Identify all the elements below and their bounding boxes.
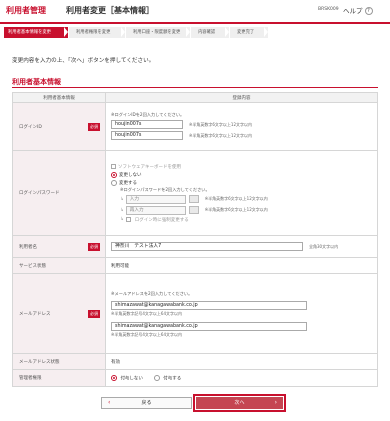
login-id-label: ログインID (19, 124, 42, 130)
login-id-hint: ※半角英数字6文字以上12文字以内 (189, 121, 252, 127)
password-change-note: ※ログインパスワードを2回入力してください。 (120, 186, 210, 192)
admin-yes-label: 付与する (163, 376, 182, 382)
step-authority: 利用者権限を変更 (69, 27, 125, 38)
admin-no-label: 付与しない (120, 376, 143, 382)
email-value-cell: ※メールアドレスを2回入力してください。 shimazawat@kanagawa… (105, 273, 378, 354)
email-hint: ※半角英数字記号4文字以上64文字以内 (111, 310, 182, 316)
admin-authority-value-cell: 付与しない 付与する (105, 369, 378, 387)
row-user-name: 利用者名 必須 神奈川 テスト法人7 全角30文字以内 (12, 235, 378, 258)
chevron-left-icon: ‹ (108, 399, 111, 406)
user-info-table: 利用者基本情報 登録内容 ログインID 必須 ※ログインIDを2回入力してくださ… (12, 92, 378, 387)
instruction-text: 変更内容を入力の上、「次へ」ボタンを押してください。 (12, 58, 155, 64)
login-id-confirm-input[interactable]: houjin007s (111, 131, 183, 140)
email-status-label: メールアドレス状態 (19, 359, 60, 365)
service-status-label: サービス状態 (19, 263, 46, 269)
help-label: ヘルプ (343, 7, 363, 15)
chevron-right-icon: › (274, 399, 277, 406)
software-keyboard-checkbox[interactable] (111, 164, 116, 169)
admin-authority-label-cell: 管理者権限 (12, 369, 106, 387)
email-confirm-input[interactable]: shimazawat@kanagawabank.co.jp (111, 321, 307, 331)
password-reinput-hint: ※半角英数字6文字以上12文字以内 (204, 207, 268, 212)
login-id-label-cell: ログインID 必須 (12, 102, 106, 151)
step-complete: 変更完了 (230, 27, 268, 38)
section-divider (12, 87, 378, 88)
arrow-icon: ↳ (120, 207, 124, 213)
password-no-change-label: 変更しない (119, 172, 142, 178)
password-reinput[interactable]: 再入力 (125, 205, 186, 215)
service-status-label-cell: サービス状態 (12, 257, 106, 274)
row-admin-authority: 管理者権限 付与しない 付与する (12, 369, 378, 387)
user-name-label-cell: 利用者名 必須 (12, 235, 106, 258)
step-progress: 利用者基本情報を変更 利用者権限を変更 利用口座・限度額を変更 内容確認 変更完… (4, 27, 269, 38)
email-label-cell: メールアドレス 必須 (12, 273, 106, 354)
admin-authority-label: 管理者権限 (19, 376, 42, 381)
header: 利用者管理 利用者変更［基本情報］ BRSK009 ヘルプ? (0, 0, 390, 22)
row-email-status: メールアドレス状態 有効 (12, 353, 378, 370)
admin-no-radio[interactable] (111, 374, 117, 381)
required-badge: 必須 (88, 242, 100, 251)
password-no-change-radio[interactable] (111, 171, 117, 178)
required-badge: 必須 (88, 309, 100, 318)
screen-id: BRSK009 (318, 7, 339, 12)
login-id-input[interactable]: houjin007s (111, 120, 183, 129)
column-header-item: 利用者基本情報 (12, 92, 106, 103)
row-login-id: ログインID 必須 ※ログインIDを2回入力してください。 houjin007s… (12, 102, 378, 151)
service-status-value: 利用可能 (105, 257, 378, 274)
user-name-input[interactable]: 神奈川 テスト法人7 (111, 242, 303, 251)
row-login-password: ログインパスワード ソフトウェアキーボードを使用 変更しない 変更する ※ログイ… (12, 150, 378, 236)
back-button-label: 戻る (141, 400, 152, 406)
password-hint: ※半角英数字6文字以上12文字以内 (204, 196, 268, 201)
user-name-hint: 全角30文字以内 (309, 243, 339, 249)
email-status-label-cell: メールアドレス状態 (12, 353, 106, 370)
next-button-label: 次へ (234, 400, 245, 406)
password-label-cell: ログインパスワード (12, 150, 106, 236)
login-id-confirm-hint: ※半角英数字6文字以上12文字以内 (189, 132, 252, 138)
help-icon: ? (364, 7, 373, 15)
column-header-content: 登録内容 (105, 92, 378, 103)
back-button[interactable]: ‹ 戻る (101, 397, 192, 409)
keyboard-icon[interactable] (188, 206, 199, 214)
software-keyboard-label: ソフトウェアキーボードを使用 (118, 164, 181, 170)
login-id-note: ※ログインIDを2回入力してください。 (111, 112, 185, 117)
force-change-label: ログイン時に強制変更する (134, 217, 189, 223)
email-note: ※メールアドレスを2回入力してください。 (111, 290, 193, 296)
step-basic-info: 利用者基本情報を変更 (4, 27, 68, 38)
email-confirm-hint: ※半角英数字記号4文字以上64文字以内 (111, 331, 182, 337)
password-input[interactable]: 入力 (125, 194, 186, 204)
next-button[interactable]: 次へ › (193, 394, 286, 412)
password-change-label: 変更する (119, 180, 137, 186)
page-title: 利用者変更［基本情報］ (66, 6, 154, 15)
section-title: 利用者基本情報 (12, 78, 61, 86)
user-name-label: 利用者名 (19, 244, 37, 250)
brand-title: 利用者管理 (6, 6, 46, 15)
action-buttons: ‹ 戻る 次へ › (0, 393, 390, 413)
admin-yes-radio[interactable] (153, 374, 160, 381)
table-header-row: 利用者基本情報 登録内容 (12, 92, 378, 103)
keyboard-icon[interactable] (188, 195, 199, 203)
password-value-cell: ソフトウェアキーボードを使用 変更しない 変更する ※ログインパスワードを2回入… (105, 150, 378, 236)
login-id-value-cell: ※ログインIDを2回入力してください。 houjin007s ※半角英数字6文字… (105, 102, 378, 151)
email-label: メールアドレス (19, 311, 51, 317)
step-account-limit: 利用口座・限度額を変更 (126, 27, 190, 38)
password-label: ログインパスワード (19, 191, 60, 196)
arrow-icon: ↳ (120, 196, 124, 202)
step-confirm: 内容確認 (191, 27, 229, 38)
email-status-value: 有効 (105, 353, 378, 370)
password-change-radio[interactable] (111, 179, 117, 186)
row-service-status: サービス状態 利用可能 (12, 257, 378, 274)
row-email: メールアドレス 必須 ※メールアドレスを2回入力してください。 shimazaw… (12, 273, 378, 354)
help-link[interactable]: ヘルプ? (343, 5, 373, 15)
next-button-body: 次へ › (196, 397, 283, 409)
required-badge: 必須 (88, 122, 100, 131)
email-input[interactable]: shimazawat@kanagawabank.co.jp (111, 300, 307, 310)
user-name-value-cell: 神奈川 テスト法人7 全角30文字以内 (105, 235, 378, 258)
force-change-checkbox[interactable] (125, 217, 131, 222)
header-divider (0, 22, 390, 24)
arrow-icon: ↳ (120, 217, 124, 222)
